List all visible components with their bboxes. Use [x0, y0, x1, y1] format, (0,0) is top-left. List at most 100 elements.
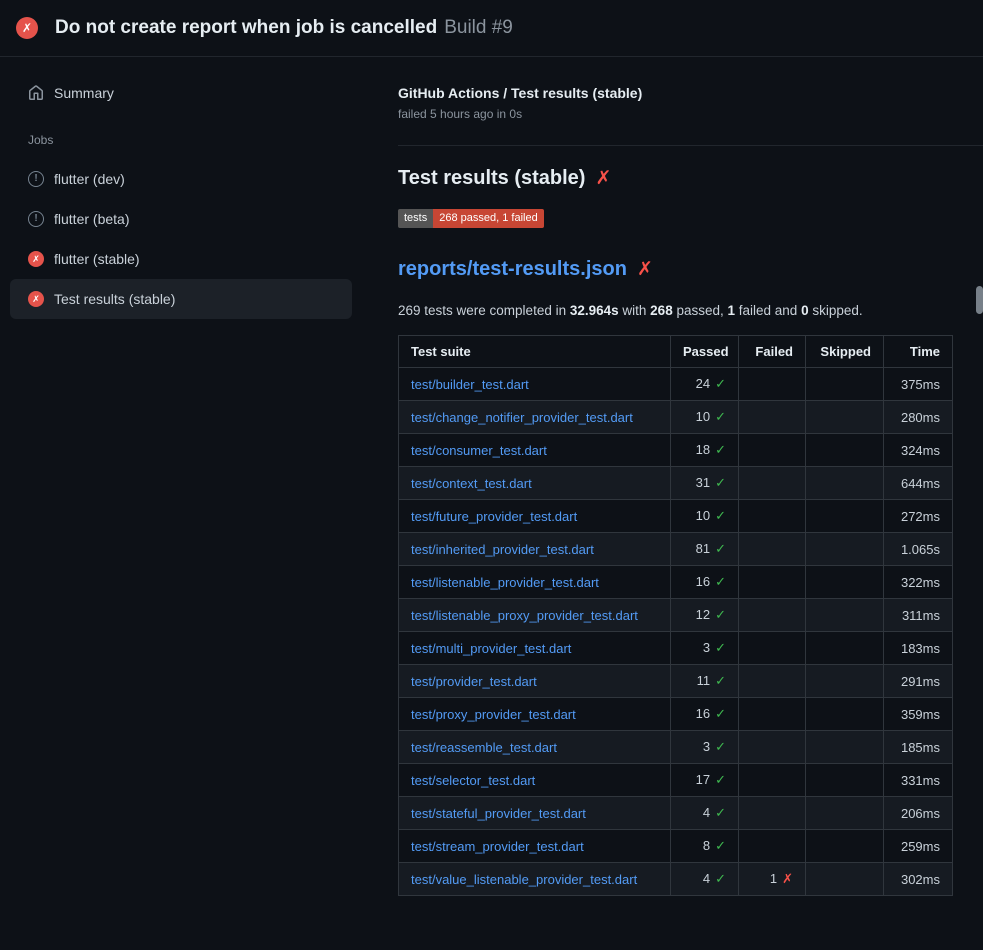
passed-cell: 10✓	[671, 500, 739, 533]
suite-cell: test/reassemble_test.dart	[399, 731, 671, 764]
column-header-passed: Passed	[671, 336, 739, 368]
summary-text: with	[619, 303, 651, 318]
neutral-status-icon: !	[28, 171, 44, 187]
sidebar-item-summary[interactable]: Summary	[10, 77, 352, 109]
suite-cell: test/proxy_provider_test.dart	[399, 698, 671, 731]
suite-link[interactable]: test/selector_test.dart	[411, 773, 535, 788]
skipped-cell	[806, 533, 884, 566]
suite-cell: test/listenable_proxy_provider_test.dart	[399, 599, 671, 632]
count-value: 8	[703, 838, 710, 853]
suite-link[interactable]: test/listenable_provider_test.dart	[411, 575, 599, 590]
suite-link[interactable]: test/builder_test.dart	[411, 377, 529, 392]
header: ✗ Do not create report when job is cance…	[0, 0, 983, 57]
count-value: 31	[696, 475, 710, 490]
job-label: flutter (beta)	[54, 211, 129, 227]
count-value: 3	[703, 640, 710, 655]
summary-text: failed and	[735, 303, 801, 318]
check-icon: ✓	[715, 673, 726, 688]
sidebar-item-flutter-dev[interactable]: !flutter (dev)	[10, 159, 352, 199]
count-value: 1	[770, 871, 777, 886]
count-value: 3	[703, 739, 710, 754]
suite-cell: test/consumer_test.dart	[399, 434, 671, 467]
x-circle-icon: ✗	[28, 291, 44, 307]
suite-link[interactable]: test/value_listenable_provider_test.dart	[411, 872, 637, 887]
suite-link[interactable]: test/context_test.dart	[411, 476, 532, 491]
suite-link[interactable]: test/inherited_provider_test.dart	[411, 542, 594, 557]
suite-link[interactable]: test/reassemble_test.dart	[411, 740, 557, 755]
check-icon: ✓	[715, 838, 726, 853]
table-row: test/change_notifier_provider_test.dart1…	[399, 401, 953, 434]
suite-cell: test/inherited_provider_test.dart	[399, 533, 671, 566]
suite-cell: test/stateful_provider_test.dart	[399, 797, 671, 830]
run-meta: failed 5 hours ago in 0s	[398, 107, 983, 121]
passed-cell: 3✓	[671, 632, 739, 665]
passed-cell: 18 ✓	[671, 434, 739, 467]
suite-cell: test/selector_test.dart	[399, 764, 671, 797]
table-row: test/listenable_proxy_provider_test.dart…	[399, 599, 953, 632]
build-number: Build #9	[444, 17, 513, 38]
suite-link[interactable]: test/listenable_proxy_provider_test.dart	[411, 608, 638, 623]
suite-link[interactable]: test/stream_provider_test.dart	[411, 839, 584, 854]
badge-value: 268 passed, 1 failed	[433, 209, 543, 228]
results-table: Test suitePassedFailedSkippedTime test/b…	[398, 335, 953, 896]
check-icon: ✓	[715, 376, 726, 391]
passed-cell: 4✓	[671, 863, 739, 896]
column-header-skipped: Skipped	[806, 336, 884, 368]
skipped-cell	[806, 863, 884, 896]
table-row: test/future_provider_test.dart10✓272ms	[399, 500, 953, 533]
suite-link[interactable]: test/consumer_test.dart	[411, 443, 547, 458]
skipped-cell	[806, 467, 884, 500]
sidebar-jobs-list: !flutter (dev)!flutter (beta)✗flutter (s…	[10, 159, 352, 319]
sidebar-item-test-results-stable[interactable]: ✗Test results (stable)	[10, 279, 352, 319]
check-run-page: ✗ Do not create report when job is cance…	[0, 0, 983, 950]
check-icon: ✓	[715, 772, 726, 787]
check-icon: ✓	[715, 508, 726, 523]
run-title: Do not create report when job is cancell…	[55, 17, 437, 38]
passed-cell: 31✓	[671, 467, 739, 500]
divider	[398, 145, 983, 146]
failed-cell	[739, 797, 806, 830]
failed-cell	[739, 566, 806, 599]
suite-link[interactable]: test/future_provider_test.dart	[411, 509, 577, 524]
report-title: reports/test-results.json ✗	[398, 258, 983, 281]
table-row: test/value_listenable_provider_test.dart…	[399, 863, 953, 896]
failed-x-icon: ✗	[595, 169, 611, 188]
suite-link[interactable]: test/multi_provider_test.dart	[411, 641, 571, 656]
skipped-cell	[806, 500, 884, 533]
passed-cell: 11✓	[671, 665, 739, 698]
count-value: 24	[696, 376, 710, 391]
check-icon: ✓	[715, 442, 726, 457]
suite-cell: test/provider_test.dart	[399, 665, 671, 698]
count-value: 18	[696, 442, 710, 457]
suite-link[interactable]: test/stateful_provider_test.dart	[411, 806, 586, 821]
failed-cell	[739, 401, 806, 434]
suite-cell: test/future_provider_test.dart	[399, 500, 671, 533]
failed-cell	[739, 665, 806, 698]
sidebar-item-flutter-stable[interactable]: ✗flutter (stable)	[10, 239, 352, 279]
scrollbar-thumb[interactable]	[976, 286, 983, 314]
report-link[interactable]: reports/test-results.json	[398, 258, 627, 281]
passed-cell: 16✓	[671, 566, 739, 599]
skipped-cell	[806, 665, 884, 698]
check-icon: ✓	[715, 607, 726, 622]
suite-link[interactable]: test/provider_test.dart	[411, 674, 537, 689]
failed-cell: 1✗	[739, 863, 806, 896]
page-title: Do not create report when job is cancell…	[55, 17, 513, 39]
suite-link[interactable]: test/proxy_provider_test.dart	[411, 707, 576, 722]
failed-cell	[739, 830, 806, 863]
suite-cell: test/value_listenable_provider_test.dart	[399, 863, 671, 896]
failed-cell	[739, 632, 806, 665]
failed-cell	[739, 533, 806, 566]
table-row: test/multi_provider_test.dart3✓183ms	[399, 632, 953, 665]
job-label: flutter (stable)	[54, 251, 140, 267]
table-header-row: Test suitePassedFailedSkippedTime	[399, 336, 953, 368]
passed-cell: 81✓	[671, 533, 739, 566]
suite-link[interactable]: test/change_notifier_provider_test.dart	[411, 410, 633, 425]
column-header-test-suite: Test suite	[399, 336, 671, 368]
suite-cell: test/stream_provider_test.dart	[399, 830, 671, 863]
sidebar-item-flutter-beta[interactable]: !flutter (beta)	[10, 199, 352, 239]
time-cell: 331ms	[884, 764, 953, 797]
x-icon: ✗	[782, 871, 793, 886]
breadcrumb: GitHub Actions / Test results (stable)	[398, 85, 983, 101]
check-icon: ✓	[715, 409, 726, 424]
